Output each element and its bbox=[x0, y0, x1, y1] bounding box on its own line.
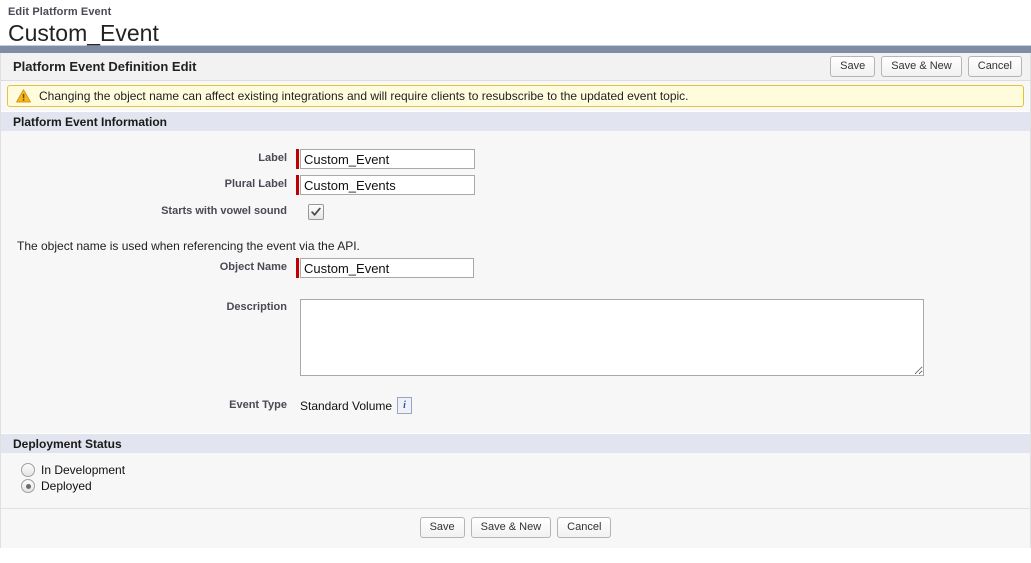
warning-message: Changing the object name can affect exis… bbox=[39, 89, 689, 103]
object-name-field-control bbox=[296, 258, 1030, 278]
radio-row-in-development[interactable]: In Development bbox=[1, 462, 1030, 478]
warning-triangle-icon bbox=[16, 89, 31, 103]
description-textarea[interactable] bbox=[300, 299, 924, 376]
field-row-plural-label: Plural Label bbox=[1, 169, 1030, 195]
object-name-api-hint: The object name is used when referencing… bbox=[17, 239, 360, 253]
description-field-control bbox=[296, 299, 1030, 376]
plural-label-input[interactable] bbox=[300, 175, 475, 195]
label-field-label: Label bbox=[258, 152, 287, 164]
section-header-platform-event-information: Platform Event Information bbox=[1, 111, 1030, 131]
page-header: Edit Platform Event Custom_Event bbox=[0, 0, 1031, 46]
plural-label-field-label: Plural Label bbox=[224, 178, 287, 190]
field-row-event-type: Event Type Standard Volume i bbox=[1, 376, 1030, 433]
panel-toolbar: Platform Event Definition Edit Save Save… bbox=[1, 53, 1030, 81]
cancel-button-bottom[interactable]: Cancel bbox=[557, 517, 612, 538]
section-header-deployment-status: Deployment Status bbox=[1, 433, 1030, 453]
object-name-input[interactable] bbox=[300, 258, 474, 278]
label-input[interactable] bbox=[300, 149, 475, 169]
starts-with-vowel-sound-checkbox[interactable] bbox=[308, 204, 324, 220]
save-and-new-button-top[interactable]: Save & New bbox=[881, 56, 962, 77]
required-marker-object-name bbox=[296, 258, 299, 278]
cancel-button-top[interactable]: Cancel bbox=[967, 56, 1022, 77]
top-button-group: Save Save & New Cancel bbox=[830, 56, 1022, 77]
field-row-object-name: Object Name bbox=[1, 253, 1030, 278]
save-button-top[interactable]: Save bbox=[830, 56, 876, 77]
required-marker-plural-label bbox=[296, 175, 299, 195]
vowel-sound-field-control bbox=[296, 204, 1030, 220]
warning-banner-wrap: Changing the object name can affect exis… bbox=[1, 81, 1030, 111]
vowel-sound-field-label: Starts with vowel sound bbox=[161, 205, 287, 217]
information-section-body: Label Plural Label Starts with vowel sou… bbox=[1, 131, 1030, 433]
warning-banner: Changing the object name can affect exis… bbox=[7, 85, 1024, 107]
radio-row-deployed[interactable]: Deployed bbox=[1, 478, 1030, 494]
field-row-description: Description bbox=[1, 278, 1030, 376]
section-title: Deployment Status bbox=[13, 436, 122, 451]
event-type-field-label: Event Type bbox=[229, 399, 287, 411]
event-type-value-wrap: Standard Volume i bbox=[300, 397, 413, 414]
radio-deployed[interactable] bbox=[21, 479, 35, 493]
label-field-control bbox=[296, 149, 1030, 169]
plural-label-field-control bbox=[296, 175, 1030, 195]
event-type-value: Standard Volume bbox=[300, 398, 393, 413]
object-name-field-label: Object Name bbox=[219, 261, 287, 273]
required-marker-label bbox=[296, 149, 299, 169]
section-title: Platform Event Information bbox=[13, 114, 168, 129]
checkmark-icon bbox=[311, 207, 321, 216]
save-and-new-button-bottom[interactable]: Save & New bbox=[470, 517, 552, 538]
field-row-label: Label bbox=[1, 131, 1030, 169]
radio-in-development[interactable] bbox=[21, 463, 35, 477]
edit-panel: Platform Event Definition Edit Save Save… bbox=[0, 53, 1031, 548]
footer-toolbar: Save Save & New Cancel bbox=[1, 509, 1030, 548]
save-button-bottom[interactable]: Save bbox=[419, 517, 465, 538]
radio-label-in-development[interactable]: In Development bbox=[41, 463, 125, 477]
breadcrumb-eyebrow: Edit Platform Event bbox=[8, 6, 112, 18]
description-field-label: Description bbox=[226, 301, 287, 313]
deployment-section-body: In Development Deployed Save Save & New … bbox=[1, 453, 1030, 548]
page-title: Custom_Event bbox=[8, 20, 159, 46]
panel-title: Platform Event Definition Edit bbox=[13, 59, 197, 74]
radio-label-deployed[interactable]: Deployed bbox=[41, 479, 92, 493]
field-row-vowel-sound: Starts with vowel sound bbox=[1, 195, 1030, 220]
info-icon[interactable]: i bbox=[397, 397, 413, 414]
bottom-button-group: Save Save & New Cancel bbox=[419, 517, 612, 538]
event-type-field-control: Standard Volume i bbox=[296, 397, 1030, 414]
